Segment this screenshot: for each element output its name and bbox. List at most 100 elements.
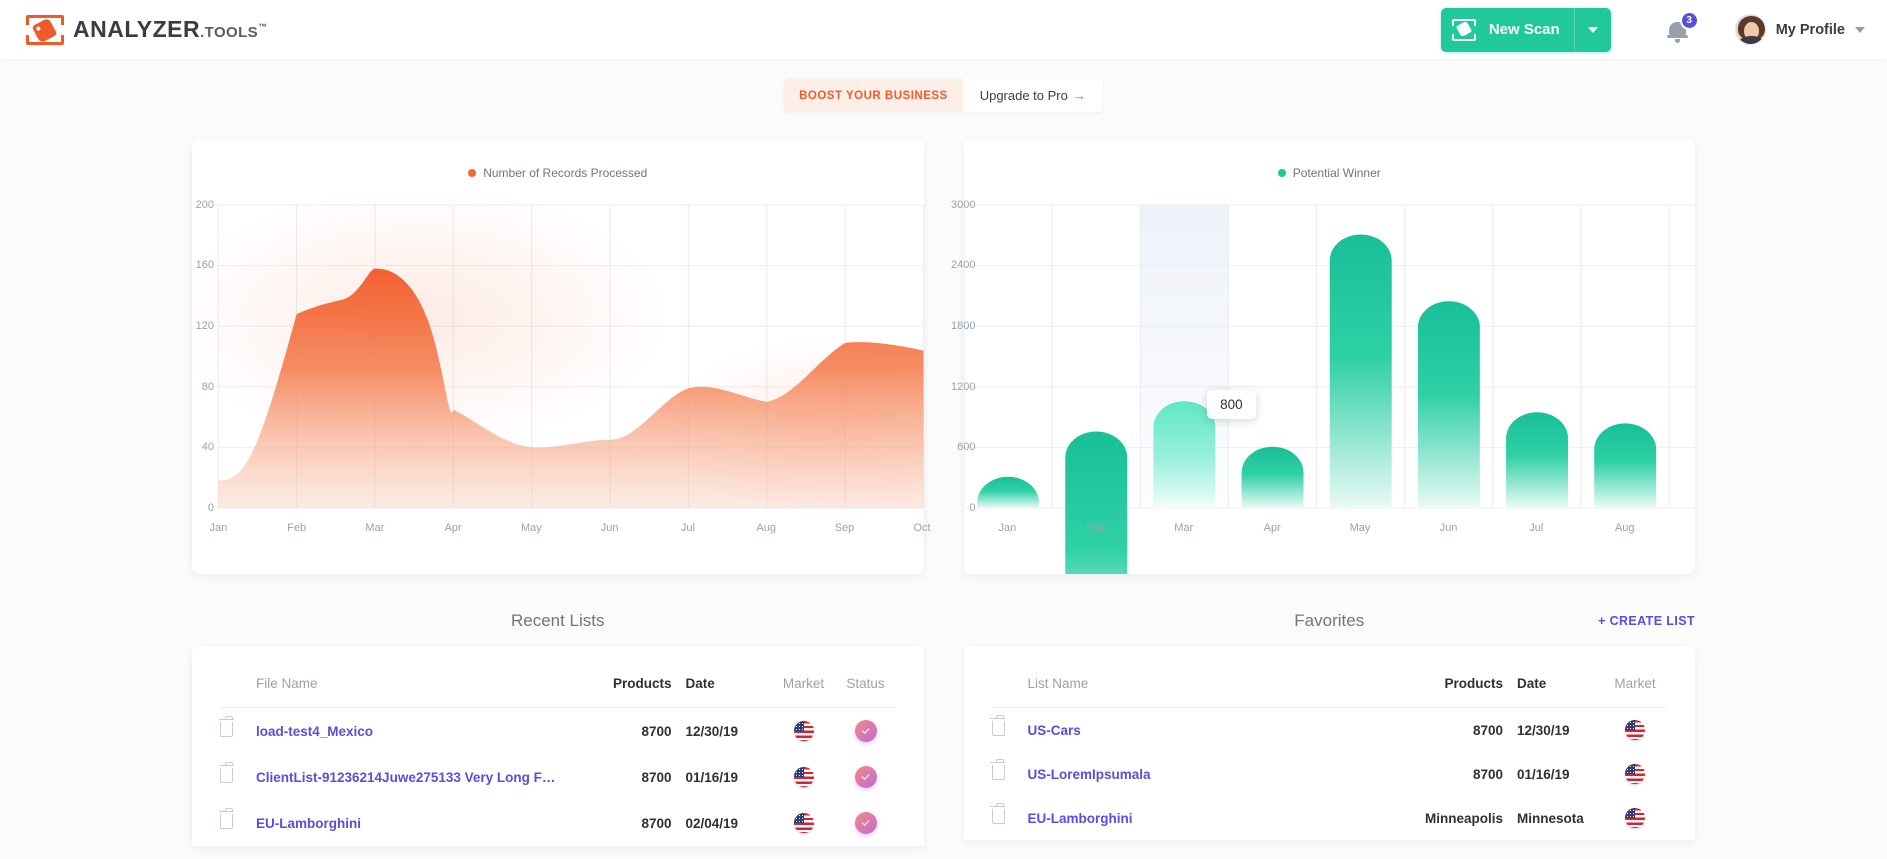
list-name-cell[interactable]: EU-Lamborghini <box>1028 796 1425 840</box>
trash-icon[interactable] <box>218 716 234 737</box>
x-tick-label: Jan <box>998 522 1017 534</box>
favorites-section: Favorites + CREATE LIST List Name Produc… <box>963 596 1695 846</box>
column-date[interactable]: Date <box>671 668 772 708</box>
table-row[interactable]: EU-Lamborghini 8700 02/04/19 <box>218 800 896 846</box>
date-cell: 01/16/19 <box>685 769 739 785</box>
y-tick-label: 0 <box>969 502 976 514</box>
new-scan-dropdown-button[interactable] <box>1575 26 1611 33</box>
file-name-cell[interactable]: EU-Lamborghini <box>256 800 602 846</box>
delete-cell[interactable] <box>990 708 1028 753</box>
date-cell: 12/30/19 <box>685 723 739 739</box>
notifications-button[interactable]: 3 <box>1661 10 1699 47</box>
area-chart-plot[interactable]: 200 160 120 80 40 0 Jan Feb Mar Apr May … <box>192 197 931 574</box>
file-name-cell[interactable]: load-test4_Mexico <box>256 708 602 755</box>
us-flag-icon <box>793 767 814 787</box>
profile-menu[interactable]: My Profile <box>1734 14 1865 45</box>
date-cell: 02/04/19 <box>685 815 739 831</box>
column-list-name[interactable]: List Name <box>1027 668 1425 708</box>
table-row[interactable]: EU-Lamborghini Minneapolis Minnesota <box>990 796 1668 840</box>
chevron-down-icon[interactable] <box>1855 26 1865 33</box>
trash-icon[interactable] <box>990 715 1006 736</box>
trash-icon[interactable] <box>990 759 1006 780</box>
column-products[interactable]: Products <box>601 668 672 708</box>
table-row[interactable]: ClientList-91236214Juwe275133 Very Long … <box>218 754 896 800</box>
area-chart-svg <box>192 197 924 517</box>
delete-cell[interactable] <box>218 754 256 800</box>
x-tick-label: Jun <box>600 522 619 534</box>
trash-icon[interactable] <box>990 803 1006 824</box>
list-name-cell[interactable]: US-Cars <box>1028 708 1425 753</box>
file-name-link[interactable]: ClientList-91236214Juwe275133 Very Long … <box>256 770 556 785</box>
file-name-link[interactable]: EU-Lamborghini <box>256 816 556 831</box>
column-status[interactable]: Status <box>835 668 896 708</box>
delete-cell[interactable] <box>990 796 1028 840</box>
table-row[interactable]: US-LoremIpsumala 8700 01/16/19 <box>990 752 1668 796</box>
x-tick-label: Mar <box>365 522 385 534</box>
legend-color-dot <box>468 169 477 177</box>
brand-part-1: ANALYZER <box>73 16 201 42</box>
table-row[interactable]: load-test4_Mexico 8700 12/30/19 <box>218 708 896 755</box>
list-name-link[interactable]: US-Cars <box>1028 723 1328 738</box>
list-name-link[interactable]: EU-Lamborghini <box>1028 811 1328 826</box>
new-scan-button[interactable]: New Scan <box>1440 7 1611 52</box>
y-tick-label: 600 <box>957 441 976 453</box>
charts-row: Number of Records Processed 200 160 120 … <box>0 112 1887 574</box>
file-name-cell[interactable]: ClientList-91236214Juwe275133 Very Long … <box>256 754 602 800</box>
products-cell: 8700 <box>1472 766 1503 782</box>
upgrade-to-pro-link[interactable]: Upgrade to Pro → <box>962 79 1103 112</box>
list-name-cell[interactable]: US-LoremIpsumala <box>1028 752 1425 796</box>
scan-icon <box>1441 18 1487 41</box>
list-name-link[interactable]: US-LoremIpsumala <box>1028 767 1328 782</box>
us-flag-icon <box>793 721 814 741</box>
recent-lists-section: Recent Lists File Name Products Date Mar… <box>192 596 924 846</box>
table-row[interactable]: US-Cars 8700 12/30/19 <box>990 708 1668 753</box>
y-tick-label: 80 <box>201 381 214 393</box>
market-cell <box>1603 708 1667 753</box>
x-tick-label: Apr <box>444 522 462 534</box>
products-cell: 8700 <box>641 769 672 785</box>
brand-part-2: .TOOLS <box>200 24 259 41</box>
x-tick-label: May <box>1349 522 1371 534</box>
status-badge <box>854 812 877 834</box>
dashboard-page: ANALYZER .TOOLS ™ New Scan 3 My Profile … <box>0 0 1887 859</box>
us-flag-icon <box>1625 720 1645 740</box>
market-cell <box>772 708 836 755</box>
chart-legend: Potential Winner <box>964 139 1696 180</box>
delete-cell[interactable] <box>218 708 256 755</box>
market-cell <box>1603 752 1667 796</box>
us-flag-icon <box>793 813 814 833</box>
column-products[interactable]: Products <box>1424 668 1503 708</box>
bar-tooltip: 800 <box>1207 390 1256 419</box>
column-date[interactable]: Date <box>1503 668 1603 708</box>
products-cell: 8700 <box>1472 722 1503 738</box>
file-name-link[interactable]: load-test4_Mexico <box>256 724 556 739</box>
y-tick-label: 2400 <box>951 259 976 271</box>
recent-lists-title: Recent Lists <box>510 611 605 630</box>
delete-cell[interactable] <box>218 800 256 846</box>
promo-banner: BOOST YOUR BUSINESS Upgrade to Pro → <box>784 79 1103 112</box>
column-market[interactable]: Market <box>1603 668 1667 708</box>
potential-winner-chart-card: Potential Winner 3000 2400 1800 1200 600… <box>951 139 1696 574</box>
bar-chart-plot[interactable]: 3000 2400 1800 1200 600 0 Jan Feb Mar Ap… <box>951 197 1695 574</box>
x-tick-label: Aug <box>756 522 776 534</box>
delete-cell[interactable] <box>990 752 1028 796</box>
trash-icon[interactable] <box>218 808 234 829</box>
column-delete <box>991 668 1028 708</box>
new-scan-label: New Scan <box>1488 21 1560 38</box>
y-tick-label: 1800 <box>951 320 976 332</box>
column-file-name[interactable]: File Name <box>256 668 602 708</box>
legend-label: Number of Records Processed <box>483 166 648 180</box>
x-tick-label: Jul <box>1529 522 1544 534</box>
trash-icon[interactable] <box>218 762 234 783</box>
x-tick-label: Aug <box>1614 522 1635 534</box>
status-cell <box>836 754 896 800</box>
brand-logo[interactable]: ANALYZER .TOOLS ™ <box>25 14 267 45</box>
status-cell <box>836 800 896 846</box>
check-icon <box>861 772 870 780</box>
column-market[interactable]: Market <box>771 668 836 708</box>
favorites-table: List Name Products Date Market US-Cars 8… <box>990 668 1668 840</box>
y-tick-label: 40 <box>201 441 214 453</box>
x-tick-label: Mar <box>1174 522 1194 534</box>
x-tick-label: May <box>521 522 542 534</box>
create-list-button[interactable]: + CREATE LIST <box>1598 614 1695 628</box>
